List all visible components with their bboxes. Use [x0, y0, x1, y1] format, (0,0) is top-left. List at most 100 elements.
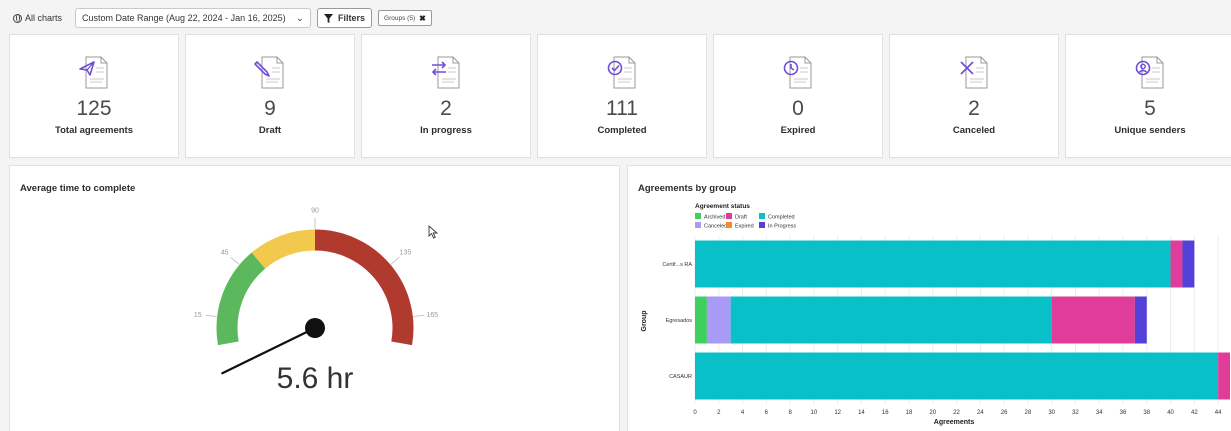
- bar-segment-archived[interactable]: [695, 296, 707, 344]
- x-tick-label: 26: [1001, 410, 1008, 416]
- x-tick-label: 44: [1215, 410, 1222, 416]
- gauge-tick-label: 90: [311, 208, 319, 215]
- toolbar: All charts Custom Date Range (Aug 22, 20…: [6, 7, 432, 29]
- gauge-tick-label: 45: [221, 250, 229, 257]
- clock-icon: [783, 56, 812, 89]
- y-axis-ticks: Certif...s RA Egresados CASAUR: [662, 262, 692, 380]
- x-tick-label: 10: [811, 410, 818, 416]
- x-tick-label: 36: [1120, 410, 1127, 416]
- funnel-icon: [324, 13, 334, 23]
- x-tick-label: 30: [1048, 410, 1055, 416]
- y-axis-label: Group: [641, 311, 648, 332]
- kpi-label: Unique senders: [1114, 125, 1186, 136]
- kpi-tile[interactable]: 125 Total agreements: [9, 34, 179, 158]
- x-tick-label: 0: [693, 410, 697, 416]
- x-tick-label: 4: [741, 410, 745, 416]
- legend-title: Agreement status: [695, 203, 750, 210]
- gauge-tick-label: 15: [194, 312, 202, 319]
- bar-segment-completed[interactable]: [695, 352, 1219, 400]
- kpi-tile[interactable]: 0 Expired: [713, 34, 883, 158]
- x-tick-label: 28: [1025, 410, 1032, 416]
- chart-bars: [695, 240, 1230, 400]
- legend-swatch: [726, 213, 732, 219]
- kpi-label: Total agreements: [55, 125, 133, 136]
- legend-swatch: [726, 222, 732, 228]
- agreements-by-group-chart: Agreement status Archived Draft Completed C…: [641, 203, 1230, 426]
- x-tick-label: 16: [882, 410, 889, 416]
- x-tick-label: 22: [953, 410, 960, 416]
- kpi-row: 125 Total agreements 9 Draft 2 In progress 111…: [9, 34, 1231, 158]
- kpi-label: Draft: [258, 125, 282, 136]
- average-time-panel: Average time to complete 15 45 90 135 165 5.…: [9, 165, 620, 431]
- kpi-tile[interactable]: 111 Completed: [537, 34, 707, 158]
- kpi-tile[interactable]: 5 Unique senders: [1065, 34, 1231, 158]
- kpi-value: 9: [264, 97, 276, 120]
- legend-label: Draft: [735, 214, 747, 220]
- kpi-tile[interactable]: 9 Draft: [185, 34, 355, 158]
- gauge-chart: 15 45 90 135 165 5.6 hr: [194, 208, 438, 396]
- bar-segment-in-progress[interactable]: [1134, 296, 1147, 344]
- gauge-segment-green: [216, 252, 266, 346]
- kpi-label: Expired: [780, 125, 816, 136]
- kpi-tile[interactable]: 2 In progress: [361, 34, 531, 158]
- date-range-dropdown[interactable]: Custom Date Range (Aug 22, 2024 - Jan 16…: [75, 8, 312, 28]
- x-axis-label: Agreements: [934, 419, 975, 426]
- gauge-tick-line: [413, 314, 425, 318]
- legend-swatch: [759, 213, 765, 219]
- gauge-tick-line: [390, 256, 400, 265]
- y-tick-label: Certif...s RA: [662, 262, 692, 268]
- x-tick-label: 20: [929, 410, 936, 416]
- x-tick-label: 18: [906, 410, 913, 416]
- bar-segment-draft[interactable]: [1051, 296, 1135, 344]
- groups-chip-label: Groups (5): [384, 14, 416, 22]
- x-tick-label: 34: [1096, 410, 1103, 416]
- gauge-needle-hub: [305, 318, 325, 338]
- close-icon[interactable]: ✖: [419, 14, 426, 23]
- x-tick-label: 8: [788, 410, 792, 416]
- legend-swatch: [695, 222, 701, 228]
- bar-segment-in-progress[interactable]: [1182, 240, 1195, 288]
- bar-segment-draft[interactable]: [1170, 240, 1183, 288]
- x-tick-label: 24: [977, 410, 984, 416]
- x-tick-label: 14: [858, 410, 865, 416]
- x-tick-label: 38: [1143, 410, 1150, 416]
- kpi-label: Completed: [597, 125, 647, 136]
- filters-label: Filters: [338, 13, 366, 23]
- x-icon: [960, 56, 988, 89]
- user-circle-icon: [1135, 56, 1164, 89]
- send-icon: [79, 56, 108, 89]
- x-tick-label: 12: [834, 410, 841, 416]
- agreements-by-group-panel: Agreements by group Agreement status Arc…: [627, 165, 1231, 431]
- gauge-segment-yellow: [251, 229, 316, 269]
- chevron-down-icon: ⌄: [295, 12, 305, 24]
- x-tick-label: 42: [1191, 410, 1198, 416]
- bar-segment-completed[interactable]: [695, 240, 1171, 288]
- bar-segment-canceled[interactable]: [706, 296, 731, 344]
- all-charts-button[interactable]: All charts: [6, 8, 69, 28]
- all-charts-label: All charts: [25, 13, 63, 23]
- groups-filter-chip[interactable]: Groups (5) ✖: [378, 10, 432, 26]
- x-tick-label: 2: [717, 410, 721, 416]
- legend-label: Archived: [704, 214, 725, 220]
- date-range-label: Custom Date Range (Aug 22, 2024 - Jan 16…: [82, 13, 286, 23]
- check-circle-icon: [607, 56, 636, 89]
- gauge-tick-line: [205, 314, 217, 318]
- x-tick-label: 40: [1167, 410, 1174, 416]
- kpi-value: 0: [792, 97, 804, 120]
- bar-segment-completed[interactable]: [730, 296, 1052, 344]
- chart-legend: Archived Draft Completed Canceled Expired In …: [695, 213, 796, 229]
- y-tick-label: CASAUR: [669, 374, 692, 380]
- gauge-tick-line: [230, 256, 240, 265]
- kpi-value: 125: [76, 97, 112, 120]
- gauge-tick-label: 135: [400, 250, 412, 257]
- legend-swatch: [695, 213, 701, 219]
- kpi-value: 5: [1144, 97, 1156, 120]
- kpi-tile[interactable]: 2 Canceled: [889, 34, 1059, 158]
- legend-label: Completed: [768, 214, 795, 220]
- filters-button[interactable]: Filters: [317, 8, 373, 28]
- x-tick-label: 6: [765, 410, 769, 416]
- x-tick-label: 32: [1072, 410, 1079, 416]
- kpi-label: In progress: [420, 125, 472, 136]
- kpi-value: 2: [968, 97, 980, 120]
- bar-segment-draft[interactable]: [1218, 352, 1230, 400]
